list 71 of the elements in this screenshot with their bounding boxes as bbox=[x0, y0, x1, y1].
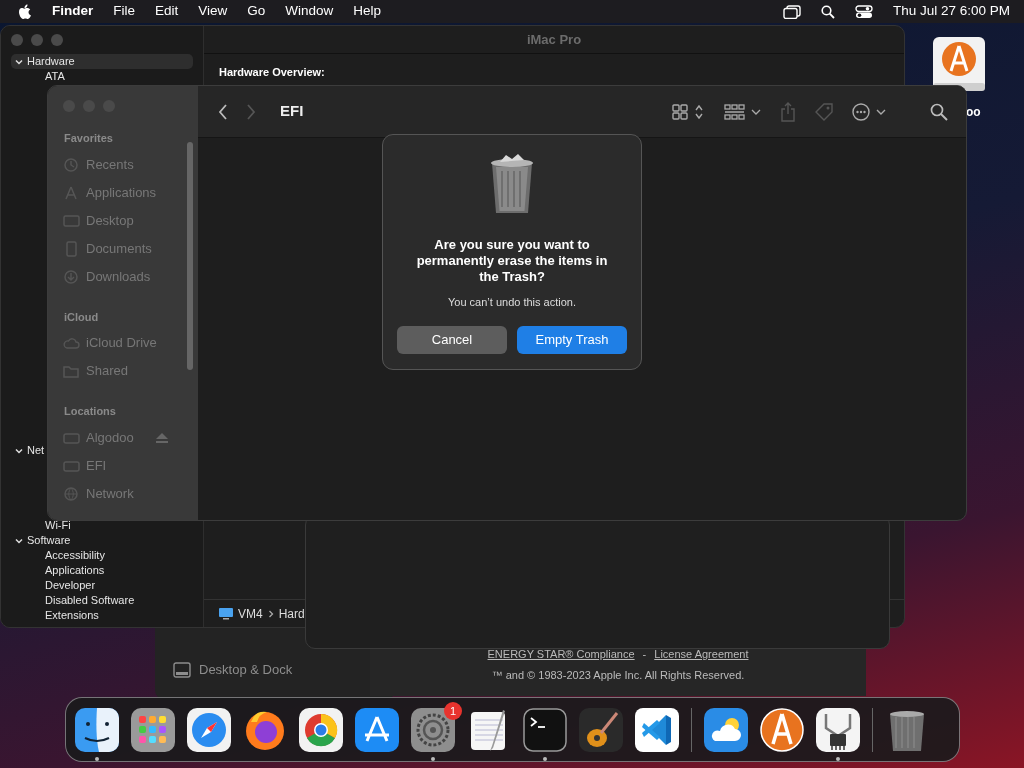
dialog-title: Are you sure you want to permanently erase the items in the Trash? bbox=[415, 237, 609, 285]
compass-icon[interactable] bbox=[187, 707, 231, 752]
code-icon[interactable] bbox=[635, 707, 679, 752]
tree-item[interactable]: Disabled Software bbox=[11, 593, 193, 608]
desktop-icon-label[interactable]: oo bbox=[966, 103, 981, 121]
folder-icon bbox=[63, 363, 80, 379]
footer-link[interactable]: License Agreement bbox=[654, 648, 749, 660]
finder-face-icon[interactable] bbox=[75, 707, 119, 752]
cloud-icon[interactable] bbox=[704, 707, 748, 752]
sidebar-heading: iCloud bbox=[64, 309, 100, 325]
menu-item[interactable]: Edit bbox=[155, 1, 179, 22]
tree-item[interactable]: ATA bbox=[11, 69, 193, 84]
display-icon bbox=[63, 212, 80, 229]
menu-item[interactable]: Go bbox=[247, 1, 266, 22]
tree-item[interactable]: Net bbox=[27, 442, 45, 459]
guitar-icon[interactable] bbox=[579, 707, 623, 752]
download-icon bbox=[63, 268, 80, 285]
caliper-icon[interactable] bbox=[816, 707, 860, 752]
back-icon[interactable] bbox=[218, 103, 228, 120]
window-title: EFI bbox=[280, 101, 304, 122]
copyright-text: ™ and © 1983-2023 Apple Inc. All Rights Reserved. bbox=[490, 667, 746, 683]
tree-item[interactable]: Wi-Fi bbox=[11, 518, 193, 533]
letter-a-icon[interactable] bbox=[355, 707, 399, 752]
monitor-icon bbox=[218, 607, 234, 620]
clock-icon bbox=[63, 156, 80, 173]
search-icon[interactable] bbox=[820, 4, 835, 19]
sidebar-heading: Locations bbox=[64, 404, 117, 419]
footer-link[interactable]: ENERGY STAR® Compliance bbox=[487, 648, 635, 660]
sidebar-heading: Favorites bbox=[64, 131, 114, 146]
menu-item[interactable]: File bbox=[113, 1, 136, 22]
sidebar-row[interactable]: Hardware bbox=[11, 54, 193, 69]
tree-item[interactable]: Extensions bbox=[11, 608, 193, 623]
control-center-icon[interactable] bbox=[854, 4, 873, 19]
path-item[interactable]: Hard bbox=[278, 604, 305, 623]
more-icon[interactable] bbox=[852, 102, 888, 121]
terminal-icon[interactable] bbox=[523, 707, 567, 752]
tree-item[interactable]: Applications bbox=[11, 563, 193, 578]
apple-logo-icon[interactable] bbox=[18, 3, 32, 20]
chevron-icon bbox=[266, 608, 275, 619]
display-icon bbox=[173, 661, 191, 678]
window-title: iMac Pro bbox=[204, 26, 904, 54]
scrollbar[interactable] bbox=[187, 142, 193, 370]
dialog-message: You can’t undo this action. bbox=[448, 295, 576, 310]
letter-a-icon bbox=[63, 184, 80, 201]
notification-count: 1 bbox=[444, 701, 462, 720]
letter-a-icon[interactable] bbox=[760, 707, 804, 752]
tree-item[interactable]: Developer bbox=[11, 578, 193, 593]
dialog-button[interactable]: Empty Trash bbox=[517, 325, 627, 354]
link-separator: - bbox=[642, 648, 647, 660]
cloud-icon bbox=[63, 335, 80, 351]
dialog-button[interactable]: Cancel bbox=[397, 325, 507, 354]
document-icon bbox=[63, 240, 80, 257]
app-menu[interactable]: Finder bbox=[52, 1, 94, 22]
tree-item[interactable]: Hardware bbox=[27, 53, 75, 70]
menu-item[interactable]: View bbox=[198, 1, 228, 22]
search-icon[interactable] bbox=[930, 102, 948, 121]
menu-item[interactable]: Help bbox=[353, 1, 382, 22]
menu-item[interactable]: Window bbox=[285, 1, 334, 22]
gear-icon[interactable] bbox=[411, 707, 455, 752]
tree-item[interactable]: Accessibility bbox=[11, 548, 193, 563]
section-heading: Hardware Overview: bbox=[218, 65, 326, 80]
settings-item[interactable]: Desktop & Dock bbox=[199, 660, 293, 680]
trash-icon bbox=[488, 153, 536, 215]
windows-icon[interactable] bbox=[782, 4, 801, 19]
globe-icon bbox=[63, 485, 80, 502]
app-grid-icon[interactable] bbox=[131, 707, 175, 752]
tree-item[interactable]: Software bbox=[27, 532, 71, 549]
menu-bar-clock[interactable]: Thu Jul 27 6:00 PM bbox=[892, 1, 1010, 22]
group-icon[interactable] bbox=[724, 103, 762, 120]
ring-icon[interactable] bbox=[299, 707, 343, 752]
path-item[interactable]: VM4 bbox=[238, 604, 263, 623]
